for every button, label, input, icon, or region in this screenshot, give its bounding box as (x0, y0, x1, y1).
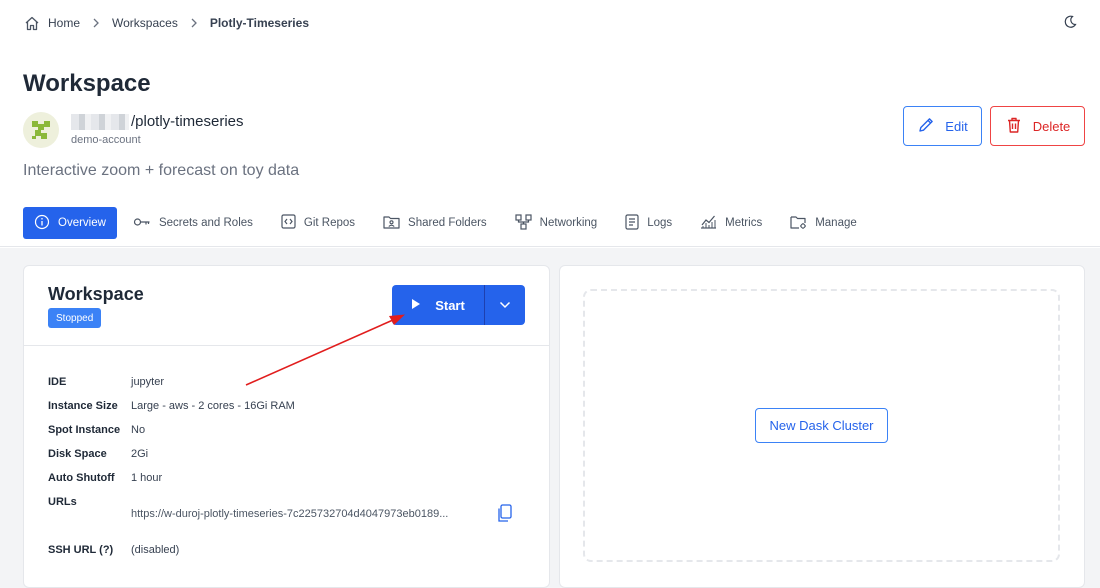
detail-key: Disk Space (48, 448, 107, 460)
tab-networking[interactable]: Networking (503, 207, 610, 239)
workspace-card-title: Workspace (48, 284, 144, 304)
tab-label: Networking (539, 217, 598, 229)
breadcrumb-home-label: Home (48, 16, 81, 30)
redacted-owner (71, 113, 129, 130)
edit-button[interactable]: Edit (903, 106, 982, 146)
workspace-url-link[interactable]: https://w-duroj-plotly-timeseries-7c2257… (131, 508, 487, 520)
tab-git-repos[interactable]: Git Repos (269, 207, 367, 239)
tab-metrics[interactable]: Metrics (688, 207, 774, 239)
tab-manage[interactable]: Manage (778, 207, 869, 239)
ssh-url-label: SSH URL (48, 544, 97, 556)
account-name: demo-account (71, 134, 141, 146)
breadcrumb: Home Workspaces Plotly-Timeseries (24, 14, 309, 32)
edit-label: Edit (945, 118, 968, 134)
detail-row-instance-size: Instance Size Large - aws - 2 cores - 16… (48, 400, 295, 412)
key-icon (133, 216, 151, 231)
status-badge: Stopped (48, 308, 102, 328)
tab-label: Metrics (725, 217, 763, 229)
start-options-dropdown[interactable] (485, 285, 525, 325)
page-title: Workspace (23, 70, 151, 97)
detail-value: 1 hour (131, 472, 163, 484)
home-icon (24, 16, 40, 31)
workspace-name: /plotly-timeseries (71, 113, 244, 130)
trash-icon (1005, 116, 1023, 137)
start-button[interactable]: Start (392, 285, 484, 325)
detail-key: IDE (48, 376, 67, 388)
detail-value: jupyter (131, 376, 165, 388)
tab-logs[interactable]: Logs (613, 207, 684, 239)
chevron-right-icon (190, 18, 198, 28)
detail-value: 2Gi (131, 448, 149, 460)
info-icon (34, 214, 50, 233)
detail-value: (disabled) (131, 544, 180, 556)
card-divider (24, 345, 549, 346)
detail-key: SSH URL (?) (48, 544, 131, 556)
tab-label: Overview (58, 217, 106, 229)
detail-value: Large - aws - 2 cores - 16Gi RAM (131, 400, 295, 412)
page-header: Home Workspaces Plotly-Timeseries Worksp… (0, 0, 1100, 247)
help-link[interactable]: (?) (99, 544, 113, 556)
tab-label: Manage (815, 217, 857, 229)
tab-label: Secrets and Roles (158, 217, 253, 229)
detail-value: No (131, 424, 146, 436)
tab-label: Logs (647, 217, 673, 229)
tab-label: Git Repos (303, 217, 356, 229)
workspace-description: Interactive zoom + forecast on toy data (23, 162, 300, 179)
avatar-pattern-icon (32, 121, 50, 139)
code-icon (281, 214, 296, 232)
tab-shared-folders[interactable]: Shared Folders (371, 207, 499, 239)
detail-key: Auto Shutoff (48, 472, 115, 484)
start-label: Start (435, 297, 465, 313)
document-icon (625, 213, 639, 233)
copy-icon[interactable] (496, 504, 513, 528)
delete-label: Delete (1032, 118, 1071, 134)
detail-key: URLs (48, 496, 77, 508)
detail-row-urls: URLs (48, 496, 131, 508)
network-icon (515, 213, 532, 233)
breadcrumb-home[interactable]: Home (24, 16, 80, 31)
folder-user-icon (383, 215, 400, 232)
avatar (23, 112, 59, 148)
moon-icon[interactable] (1063, 15, 1077, 34)
tab-overview[interactable]: Overview (23, 207, 117, 239)
detail-row-auto-shutoff: Auto Shutoff 1 hour (48, 472, 162, 484)
new-dask-cluster-button[interactable]: New Dask Cluster (755, 408, 888, 443)
delete-button[interactable]: Delete (990, 106, 1085, 146)
breadcrumb-workspaces[interactable]: Workspaces (112, 16, 178, 30)
chevron-right-icon (92, 18, 100, 28)
tab-label: Shared Folders (408, 217, 487, 229)
folder-gear-icon (790, 215, 807, 232)
detail-row-ssh-url: SSH URL (?) (disabled) (48, 544, 179, 556)
pencil-icon (917, 116, 935, 137)
breadcrumb-current[interactable]: Plotly-Timeseries (210, 16, 309, 30)
start-button-group: Start (392, 285, 525, 325)
detail-key: Instance Size (48, 400, 118, 412)
tab-bar: Overview Secrets and Roles Git Repos Sha… (23, 207, 873, 239)
detail-row-disk-space: Disk Space 2Gi (48, 448, 148, 460)
detail-key: Spot Instance (48, 424, 121, 436)
chevron-down-icon (499, 296, 511, 314)
tab-secrets-and-roles[interactable]: Secrets and Roles (121, 207, 265, 239)
detail-row-spot-instance: Spot Instance No (48, 424, 145, 436)
workspace-name-label: /plotly-timeseries (131, 113, 244, 130)
detail-row-ide: IDE jupyter (48, 376, 164, 388)
play-icon (411, 298, 421, 313)
chart-icon (700, 214, 717, 232)
